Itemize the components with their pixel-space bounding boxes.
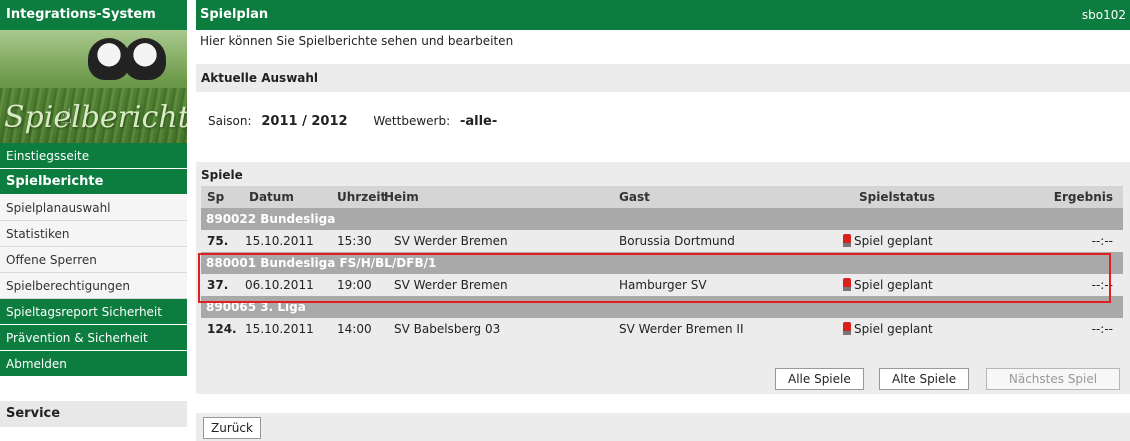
table-row[interactable]: 37. 06.10.2011 19:00 SV Werder Bremen Ha…: [201, 274, 1123, 296]
game-number: 124.: [207, 322, 237, 336]
page-code: sbo102: [1081, 8, 1126, 22]
col-datum[interactable]: Datum: [249, 186, 294, 208]
competition-group-row: 890022 Bundesliga: [201, 208, 1123, 230]
status-flag-icon: [843, 234, 851, 247]
status-text: Spiel geplant: [854, 278, 933, 292]
sidebar-item-praevention[interactable]: Prävention & Sicherheit: [0, 325, 187, 351]
football-boot-icon: [124, 38, 166, 80]
sidebar-item-statistiken[interactable]: Statistiken: [0, 221, 187, 247]
games-title: Spiele: [196, 162, 1130, 186]
back-button[interactable]: Zurück: [203, 417, 261, 439]
game-time: 15:30: [337, 234, 372, 248]
table-header: Sp Datum Uhrzeit Heim Gast Spielstatus E…: [201, 186, 1123, 208]
old-games-button[interactable]: Alte Spiele: [879, 368, 970, 390]
back-bar: Zurück: [196, 413, 1130, 441]
competition-group-row: 890065 3. Liga: [201, 296, 1123, 318]
sidebar-item-offene-sperren[interactable]: Offene Sperren: [0, 247, 187, 273]
table-spacer: [196, 340, 1130, 364]
status-text: Spiel geplant: [854, 234, 933, 248]
page-header: Spielplan sbo102: [196, 0, 1130, 30]
col-uhrzeit[interactable]: Uhrzeit: [337, 186, 386, 208]
selection-title: Aktuelle Auswahl: [201, 71, 319, 85]
saison-value: 2011 / 2012: [261, 114, 348, 129]
saison-label: Saison:: [208, 114, 252, 128]
game-number: 37.: [207, 278, 229, 292]
main-content: Spielplan sbo102 Hier können Sie Spielbe…: [196, 0, 1130, 441]
game-number: 75.: [207, 234, 229, 248]
selection-box: Aktuelle Auswahl Saison: 2011 / 2012 Wet…: [196, 64, 1130, 144]
banner-logo-text: Spielbericht: [4, 100, 187, 135]
home-team: SV Werder Bremen: [394, 234, 508, 248]
sidebar-gap: [0, 377, 187, 401]
game-result: --:--: [1091, 322, 1113, 336]
game-date: 15.10.2011: [245, 234, 314, 248]
game-date: 06.10.2011: [245, 278, 314, 292]
sidebar-title: Integrations-System: [0, 0, 187, 30]
service-heading: Service: [0, 401, 187, 427]
page-title: Spielplan: [200, 7, 269, 22]
guest-team: Hamburger SV: [619, 278, 707, 292]
status-flag-icon: [843, 322, 851, 335]
games-section: Spiele Sp Datum Uhrzeit Heim Gast Spiels…: [196, 162, 1130, 394]
home-team: SV Babelsberg 03: [394, 322, 501, 336]
col-gast[interactable]: Gast: [619, 186, 650, 208]
page-subtitle: Hier können Sie Spielberichte sehen und …: [200, 34, 514, 48]
wettbewerb-label: Wettbewerb:: [373, 114, 451, 128]
selection-panel: Saison: 2011 / 2012 Wettbewerb: -alle-: [196, 92, 1130, 144]
game-date: 15.10.2011: [245, 322, 314, 336]
games-table: Sp Datum Uhrzeit Heim Gast Spielstatus E…: [196, 186, 1130, 340]
competition-group-row: 880001 Bundesliga FS/H/BL/DFB/1: [201, 252, 1123, 274]
table-row[interactable]: 75. 15.10.2011 15:30 SV Werder Bremen Bo…: [201, 230, 1123, 252]
status-flag-icon: [843, 278, 851, 291]
sidebar-item-abmelden[interactable]: Abmelden: [0, 351, 187, 377]
col-sp[interactable]: Sp: [207, 186, 224, 208]
game-status[interactable]: Spiel geplant: [843, 318, 933, 340]
spielbericht-banner[interactable]: ☝ Spielbericht: [0, 30, 187, 143]
col-ergebnis[interactable]: Ergebnis: [1054, 186, 1113, 208]
guest-team: Borussia Dortmund: [619, 234, 735, 248]
game-status[interactable]: Spiel geplant: [843, 274, 933, 296]
game-status[interactable]: Spiel geplant: [843, 230, 933, 252]
guest-team: SV Werder Bremen II: [619, 322, 744, 336]
wettbewerb-value: -alle-: [459, 114, 498, 129]
game-time: 19:00: [337, 278, 372, 292]
sidebar-item-einstiegsseite[interactable]: Einstiegsseite: [0, 143, 187, 169]
game-result: --:--: [1091, 278, 1113, 292]
col-spielstatus[interactable]: Spielstatus: [859, 186, 935, 208]
sidebar-item-spielplanauswahl[interactable]: Spielplanauswahl: [0, 195, 187, 221]
game-time: 14:00: [337, 322, 372, 336]
game-result: --:--: [1091, 234, 1113, 248]
home-team: SV Werder Bremen: [394, 278, 508, 292]
table-row[interactable]: 124. 15.10.2011 14:00 SV Babelsberg 03 S…: [201, 318, 1123, 340]
sidebar-item-spielberechtigungen[interactable]: Spielberechtigungen: [0, 273, 187, 299]
all-games-button[interactable]: Alle Spiele: [775, 368, 864, 390]
status-text: Spiel geplant: [854, 322, 933, 336]
sidebar-item-spielberichte[interactable]: Spielberichte: [0, 169, 187, 195]
button-bar: Alle Spiele Alte Spiele Nächstes Spiel: [196, 364, 1130, 394]
sidebar-item-spieltagsreport[interactable]: Spieltagsreport Sicherheit: [0, 299, 187, 325]
col-heim[interactable]: Heim: [384, 186, 419, 208]
sidebar: Integrations-System ☝ Spielbericht Einst…: [0, 0, 187, 441]
next-game-button[interactable]: Nächstes Spiel: [986, 368, 1120, 390]
